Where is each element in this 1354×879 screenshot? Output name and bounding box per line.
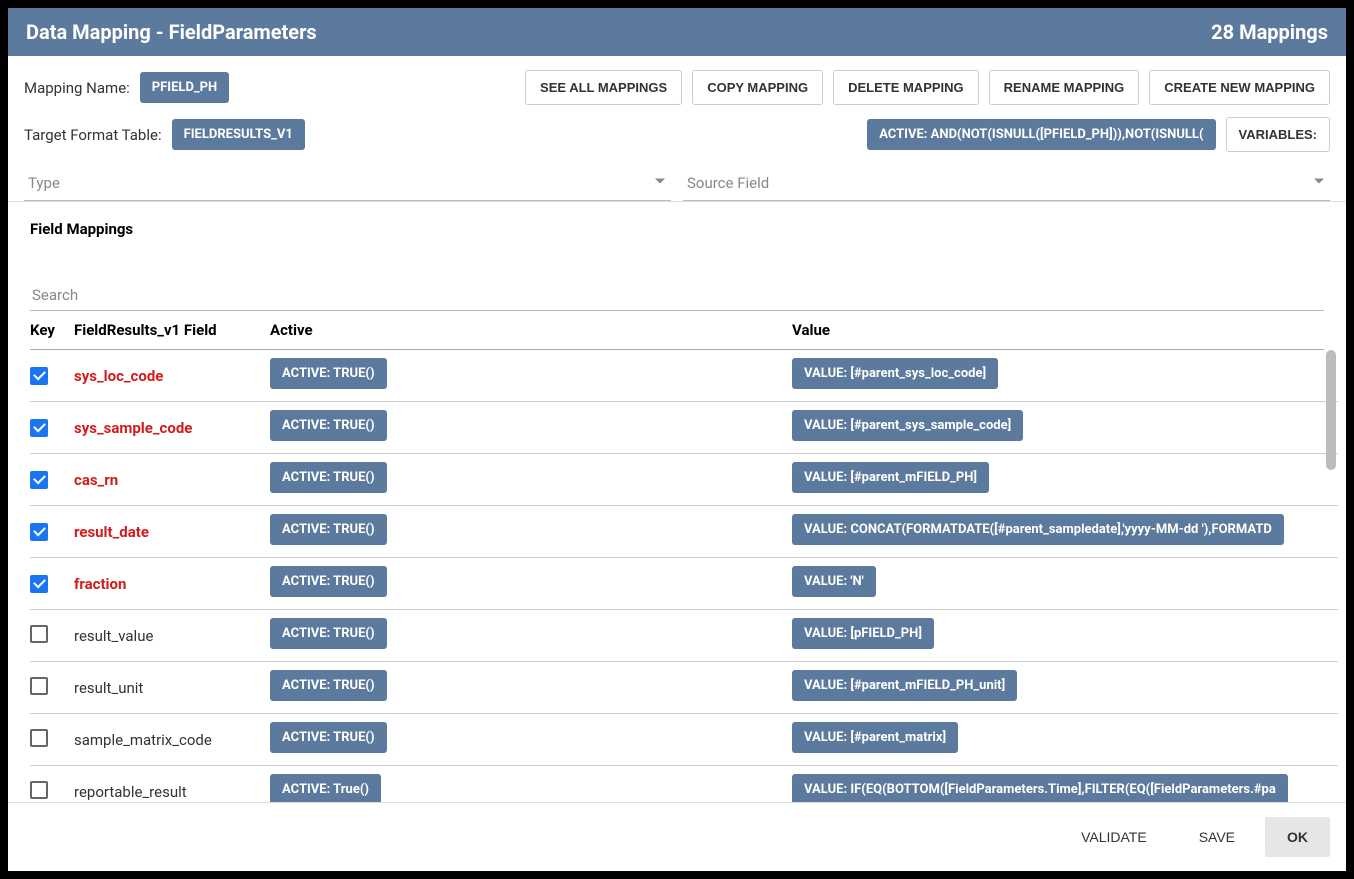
validate-button[interactable]: VALIDATE: [1059, 817, 1169, 857]
col-value: Value: [792, 321, 1324, 339]
table-row: sample_matrix_codeACTIVE: TRUE() VALUE: […: [30, 714, 1338, 766]
col-active: Active: [270, 321, 792, 339]
see-all-mappings-button[interactable]: SEE ALL MAPPINGS: [525, 70, 682, 105]
active-rule-chip[interactable]: ACTIVE: AND(NOT(ISNULL([PFIELD_PH])),NOT…: [867, 119, 1215, 150]
scrollbar-thumb[interactable]: [1326, 350, 1336, 470]
table-row: reportable_resultACTIVE: True() VALUE: IF…: [30, 766, 1338, 802]
copy-mapping-button[interactable]: COPY MAPPING: [692, 70, 823, 105]
value-pill[interactable]: VALUE: CONCAT(FORMATDATE([#parent_sample…: [792, 514, 1284, 545]
active-pill[interactable]: ACTIVE: TRUE(): [270, 618, 387, 649]
ok-button[interactable]: OK: [1265, 817, 1330, 857]
value-pill[interactable]: VALUE: [#parent_sys_sample_code]: [792, 410, 1023, 441]
key-checkbox[interactable]: [30, 471, 48, 489]
table-row: sys_loc_codeACTIVE: TRUE() VALUE: [#paren…: [30, 350, 1338, 402]
value-pill[interactable]: VALUE: [#parent_sys_loc_code]: [792, 358, 998, 389]
active-pill[interactable]: ACTIVE: TRUE(): [270, 722, 387, 753]
active-pill[interactable]: ACTIVE: TRUE(): [270, 358, 387, 389]
field-name: result_date: [74, 523, 270, 541]
scrollbar-track[interactable]: [1324, 350, 1338, 802]
filter-row: Type Source Field: [8, 162, 1346, 202]
target-table-chip[interactable]: FIELDRESULTS_V1: [172, 119, 305, 150]
dialog-title: Data Mapping - FieldParameters: [26, 20, 317, 44]
key-checkbox[interactable]: [30, 677, 48, 695]
source-field-dropdown-label: Source Field: [687, 174, 769, 192]
grid-body[interactable]: sys_loc_codeACTIVE: TRUE()VALUE: [#paren…: [30, 350, 1338, 802]
table-row: result_dateACTIVE: TRUE() VALUE: CONCAT(F…: [30, 506, 1338, 558]
value-pill[interactable]: VALUE: [#parent_mFIELD_PH_unit]: [792, 670, 1017, 701]
target-table-label: Target Format Table:: [24, 126, 162, 144]
key-checkbox[interactable]: [30, 781, 48, 799]
key-checkbox[interactable]: [30, 367, 48, 385]
value-pill[interactable]: VALUE: [#parent_matrix]: [792, 722, 958, 753]
field-name: sample_matrix_code: [74, 731, 270, 749]
toolbar-row-2: Target Format Table: FIELDRESULTS_V1 ACT…: [8, 111, 1346, 162]
source-field-dropdown[interactable]: Source Field: [683, 162, 1330, 201]
save-button[interactable]: SAVE: [1177, 817, 1257, 857]
active-pill[interactable]: ACTIVE: True(): [270, 774, 381, 802]
active-pill[interactable]: ACTIVE: TRUE(): [270, 462, 387, 493]
field-name: sys_sample_code: [74, 419, 270, 437]
field-mappings-heading: Field Mappings: [8, 202, 1346, 244]
active-pill[interactable]: ACTIVE: TRUE(): [270, 410, 387, 441]
field-name: result_unit: [74, 679, 270, 697]
col-key: Key: [30, 321, 74, 339]
field-name: result_value: [74, 627, 270, 645]
search-input[interactable]: Search: [30, 280, 1324, 311]
type-dropdown-label: Type: [28, 174, 60, 192]
value-pill[interactable]: VALUE: [#parent_mFIELD_PH]: [792, 462, 989, 493]
table-row: result_unitACTIVE: TRUE() VALUE: [#parent…: [30, 662, 1338, 714]
rename-mapping-button[interactable]: RENAME MAPPING: [989, 70, 1140, 105]
value-pill[interactable]: VALUE: 'N': [792, 566, 876, 597]
titlebar: Data Mapping - FieldParameters 28 Mappin…: [8, 8, 1346, 56]
table-row: sys_sample_codeACTIVE: TRUE() VALUE: [#pa…: [30, 402, 1338, 454]
table-row: fractionACTIVE: TRUE() VALUE: 'N': [30, 558, 1338, 610]
field-name: sys_loc_code: [74, 367, 270, 385]
mapping-count: 28 Mappings: [1211, 20, 1328, 44]
toolbar-row-1: Mapping Name: PFIELD_PH SEE ALL MAPPINGS…: [8, 56, 1346, 111]
key-checkbox[interactable]: [30, 523, 48, 541]
type-dropdown[interactable]: Type: [24, 162, 671, 201]
variables-button[interactable]: VARIABLES:: [1226, 117, 1330, 152]
mapping-name-label: Mapping Name:: [24, 79, 130, 97]
table-row: cas_rnACTIVE: TRUE() VALUE: [#parent_mFIE…: [30, 454, 1338, 506]
active-pill[interactable]: ACTIVE: TRUE(): [270, 514, 387, 545]
field-name: fraction: [74, 575, 270, 593]
delete-mapping-button[interactable]: DELETE MAPPING: [833, 70, 979, 105]
grid-header: Key FieldResults_v1 Field Active Value: [30, 311, 1324, 350]
mapping-name-chip[interactable]: PFIELD_PH: [140, 72, 229, 103]
key-checkbox[interactable]: [30, 729, 48, 747]
value-pill[interactable]: VALUE: [pFIELD_PH]: [792, 618, 934, 649]
create-new-mapping-button[interactable]: CREATE NEW MAPPING: [1149, 70, 1330, 105]
key-checkbox[interactable]: [30, 625, 48, 643]
chevron-down-icon: [655, 179, 665, 184]
value-pill[interactable]: VALUE: IF(EQ(BOTTOM([FieldParameters.Tim…: [792, 774, 1288, 802]
footer: VALIDATE SAVE OK: [8, 802, 1346, 871]
key-checkbox[interactable]: [30, 575, 48, 593]
mapping-dialog: Data Mapping - FieldParameters 28 Mappin…: [8, 8, 1346, 871]
active-pill[interactable]: ACTIVE: TRUE(): [270, 566, 387, 597]
table-row: result_valueACTIVE: TRUE() VALUE: [pFIELD…: [30, 610, 1338, 662]
active-pill[interactable]: ACTIVE: TRUE(): [270, 670, 387, 701]
field-name: reportable_result: [74, 783, 270, 801]
col-field: FieldResults_v1 Field: [74, 321, 270, 339]
key-checkbox[interactable]: [30, 419, 48, 437]
chevron-down-icon: [1314, 179, 1324, 184]
field-name: cas_rn: [74, 471, 270, 489]
